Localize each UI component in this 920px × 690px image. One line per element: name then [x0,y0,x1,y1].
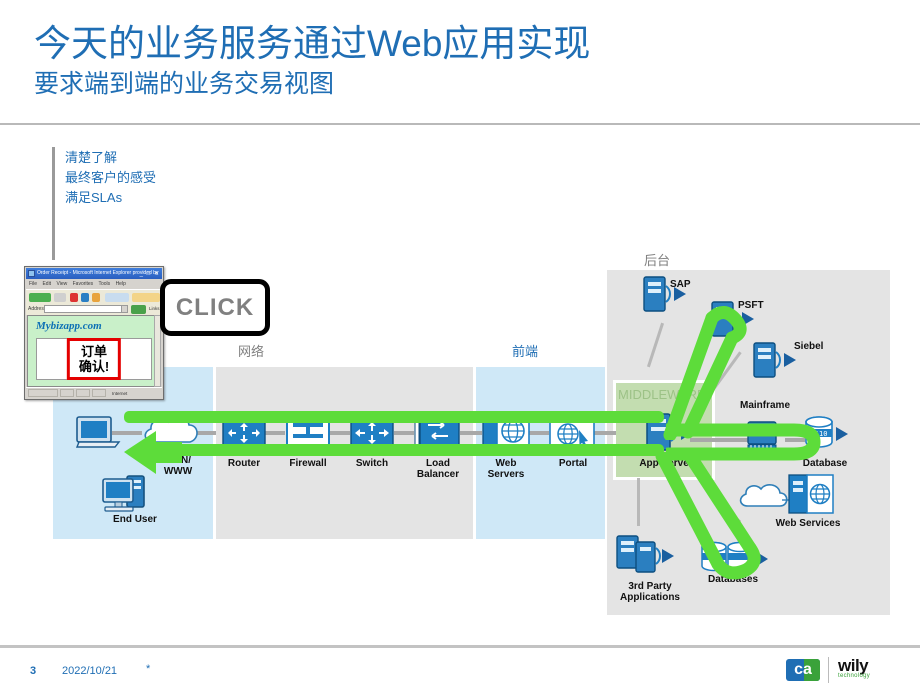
wily-logo-tagline: technology [838,673,871,679]
link-lb-web [460,431,482,435]
browser-page-content: Mybizapp.com 订单 确认! [27,315,161,387]
forward-button[interactable] [54,293,66,302]
title-subtitle: 要求端到端的业务交易视图 [34,70,335,98]
zone-label-network: 网络 [238,344,265,359]
menu-favorites[interactable]: Favorites [73,281,94,287]
node-label-end-user: End User [113,514,157,525]
go-button[interactable] [131,305,146,314]
zone-label-back-office: 后台 [644,253,671,268]
home-button[interactable] [92,293,100,302]
connector-thirdparty [637,478,640,526]
site-title: Mybizapp.com [36,320,102,332]
end-user-terminal-icon [75,416,122,455]
bullet-accent-bar [52,147,55,260]
click-callout[interactable]: CLICK [160,279,270,336]
node-label-load-balancer: Load Balancer [416,458,460,480]
menu-view[interactable]: View [56,281,67,287]
link-router-firewall [265,431,285,435]
footer-date: 2022/10/21 [62,665,118,677]
stop-button[interactable] [70,293,78,302]
menu-edit[interactable]: Edit [42,281,51,287]
page-body: 订单 确认! [36,338,152,380]
footer-marker: * [146,663,151,675]
refresh-button[interactable] [81,293,89,302]
footer-divider [0,645,920,648]
bullet-item-3: 满足SLAs [65,190,123,205]
browser-menubar[interactable]: File Edit View Favorites Tools Help [26,279,162,289]
link-web-portal [527,431,549,435]
title-divider [0,123,920,125]
links-label[interactable]: Links [149,306,160,311]
footer-page-number: 3 [30,665,37,677]
page-title: 今天的业务服务通过Web应用实现 要求端到端的业务交易视图 [34,22,834,100]
node-label-siebel: Siebel [794,341,824,352]
slide-canvas: 今天的业务服务通过Web应用实现 要求端到端的业务交易视图 清楚了解 最终客户的… [0,0,920,690]
browser-window-controls[interactable]: _ □ ✕ [140,269,160,279]
menu-tools[interactable]: Tools [98,281,110,287]
link-portal-appserver [592,431,616,435]
wily-logo: wily technology [838,657,908,680]
search-button[interactable] [105,293,129,302]
favorites-button[interactable] [132,293,160,302]
browser-titlebar: Order Receipt - Microsoft Internet Explo… [26,268,162,279]
node-label-web-servers: Web Servers [487,458,525,480]
address-dropdown-icon[interactable] [121,305,128,313]
link-firewall-switch [330,431,350,435]
title-main: 今天的业务服务通过Web应用实现 [34,23,591,64]
web-services-server-icon [788,473,834,520]
bullet-list: 清楚了解 最终客户的感受 满足SLAs [65,148,325,208]
click-callout-label: CLICK [175,293,255,321]
browser-window[interactable]: Order Receipt - Microsoft Internet Explo… [24,266,164,400]
logo-separator [828,657,829,683]
address-input[interactable] [44,305,128,313]
path-return-arrowhead [120,425,182,492]
path-outbound-bar [124,411,664,423]
bullet-item-1: 清楚了解 [65,150,118,165]
ca-logo-text-left: c [794,661,803,678]
path-return-bar [138,444,664,456]
status-zone-text: Internet [112,391,128,396]
bullet-item-2: 最终客户的感受 [65,170,157,185]
node-label-portal: Portal [558,458,588,469]
order-confirmation-box: 订单 确认! [66,338,122,380]
back-button[interactable] [29,293,51,302]
node-label-sap: SAP [670,279,691,290]
browser-address-bar[interactable]: Address Links [26,304,162,315]
ca-logo-text-right: a [803,661,812,678]
browser-statusbar: Internet [26,387,162,398]
menu-file[interactable]: File [29,281,37,287]
ca-logo: ca [786,659,820,681]
link-switch-lb [394,431,414,435]
zone-label-front-end: 前端 [512,344,539,359]
browser-app-icon [28,270,35,277]
browser-toolbar[interactable] [26,289,162,305]
menu-help[interactable]: Help [116,281,126,287]
path-branch-databases [646,449,776,597]
